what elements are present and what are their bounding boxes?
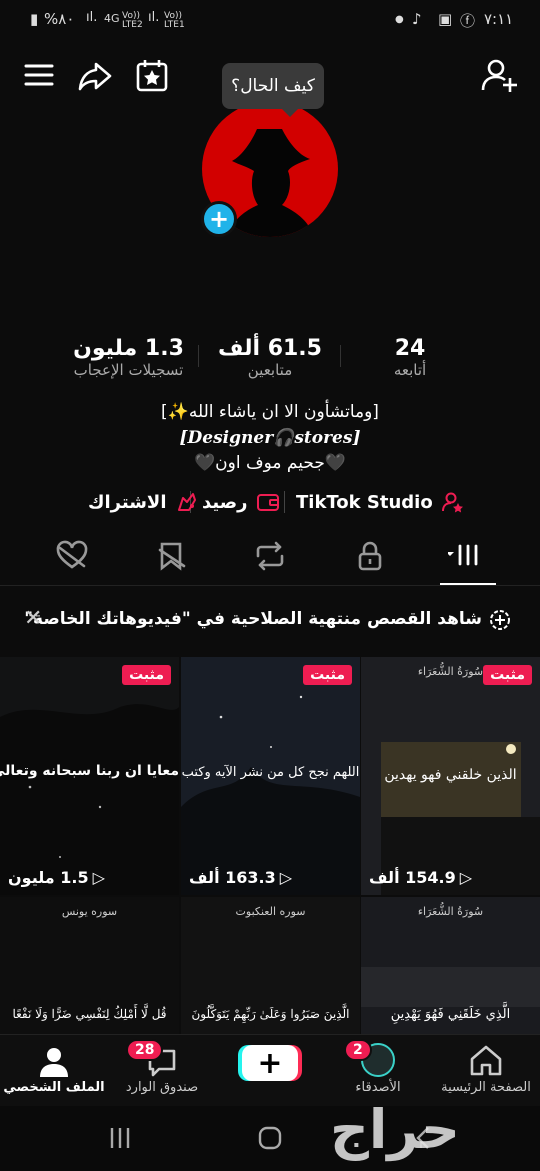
repost-icon (256, 541, 284, 571)
video-thumbnail[interactable]: مثبت معايا ان ربنا سبحانه وتعالى باسط ▷1… (0, 657, 179, 895)
system-nav-bar: حراج (0, 1098, 540, 1171)
status-tooltip[interactable]: كيف الحال؟ (222, 63, 324, 117)
subscription-button[interactable]: الاشتراك (88, 488, 199, 516)
lte2-label: Vo)) LTE2 (122, 11, 143, 30)
tool-divider (284, 491, 285, 513)
clock: ٧:١١ (484, 10, 514, 28)
video-caption: قُل لَّا أَمْلِكُ لِنَفْسِي ضَرًّا وَلَا… (12, 1007, 167, 1021)
add-story-button[interactable]: + (201, 201, 237, 237)
banner-text: شاهد القصص منتهية الصلاحية في "فيديوهاتك… (24, 609, 482, 629)
bio-line-3: 🖤جحيم موف اون🖤 (194, 453, 346, 473)
battery-level: %٨٠ (44, 10, 75, 28)
pinned-badge: مثبت (303, 665, 352, 685)
nav-inbox[interactable]: 28 صندوق الوارد (108, 1039, 216, 1103)
tiktok-notif-icon: ♪ (412, 10, 422, 28)
likes-stat[interactable]: 1.3 مليون تسجيلات الإعجاب (56, 336, 201, 379)
nav-friends-label: الأصدقاء (355, 1080, 401, 1095)
video-caption: الذين خلقني فهو يهدين (384, 767, 517, 783)
heart-hidden-icon (56, 540, 88, 569)
nav-inbox-label: صندوق الوارد (125, 1080, 199, 1095)
likes-count: 1.3 مليون (73, 336, 184, 361)
add-story-icon (490, 610, 510, 630)
watermark-logo: حراج (330, 1098, 460, 1161)
studio-icon (441, 492, 463, 513)
wallet-icon (256, 494, 279, 511)
home-icon (470, 1045, 502, 1076)
friends-badge: 2 (344, 1039, 372, 1061)
video-caption: الَّذِي خَلَقَنِي فَهُوَ يَهْدِينِ (390, 1007, 511, 1022)
nav-home[interactable]: الصفحة الرئيسية (432, 1039, 540, 1103)
tiktok-studio-button[interactable]: TikTok Studio (296, 488, 465, 516)
likes-label: تسجيلات الإعجاب (73, 361, 184, 379)
nav-home-label: الصفحة الرئيسية (441, 1080, 531, 1095)
calendar-star-icon[interactable] (132, 56, 172, 96)
tab-reposts[interactable] (250, 536, 290, 576)
balance-label: رصيد (202, 491, 248, 513)
lock-icon (358, 541, 382, 571)
lte1-label: Vo)) LTE1 (164, 11, 185, 30)
sura-label: سوره يونس (61, 905, 118, 918)
following-count: 24 (394, 336, 426, 361)
expired-stories-banner[interactable]: شاهد القصص منتهية الصلاحية في "فيديوهاتك… (0, 594, 540, 646)
play-icon: ▷ (92, 868, 105, 887)
followers-count: 61.5 ألف (218, 336, 322, 361)
nav-create[interactable]: + (216, 1039, 324, 1103)
battery-icon: ▮ (30, 10, 39, 28)
inbox-badge: 28 (126, 1039, 164, 1061)
sura-label: سُورَةُ الشُّعَرَاء (417, 905, 484, 918)
menu-icon[interactable] (20, 56, 60, 96)
profile-icon (40, 1048, 68, 1077)
add-friend-icon[interactable] (480, 56, 520, 96)
view-count: ▷ 163.3 ألف (189, 868, 293, 887)
network-label: 4G (104, 12, 120, 25)
subscription-icon (177, 493, 196, 511)
following-label: أتابعه (393, 361, 427, 379)
following-stat[interactable]: 24 أتابعه (360, 336, 460, 379)
video-caption: اللهم نجح كل من نشر الآيه وكتب (181, 765, 360, 780)
video-thumbnail[interactable]: مثبت اللهم نجح كل من نشر الآيه وكتب ▷ 163… (181, 657, 360, 895)
nav-profile-label: الملف الشخصي (3, 1080, 105, 1095)
followers-label: متابعين (247, 361, 293, 379)
recents-icon[interactable] (106, 1126, 134, 1150)
bio-line-2: [Designer🎧stores] (179, 428, 361, 448)
stat-divider (340, 345, 341, 367)
nav-friends[interactable]: 2 الأصدقاء (324, 1039, 432, 1103)
grid-icon (446, 544, 478, 566)
view-count: ▷ 1.5 مليون (8, 868, 105, 887)
facebook-notif-icon: ⓕ (460, 12, 476, 30)
home-button-icon[interactable] (256, 1124, 284, 1152)
signal-icon: ıl. (86, 10, 98, 25)
tab-liked[interactable] (52, 536, 92, 576)
pinned-badge: مثبت (122, 665, 171, 685)
bottom-nav: الصفحة الرئيسية 2 الأصدقاء + 28 صندوق ال… (0, 1034, 540, 1106)
create-plus-icon: + (242, 1045, 298, 1081)
nav-profile[interactable]: الملف الشخصي (0, 1039, 108, 1103)
dot-icon: ● (395, 14, 404, 25)
tab-videos[interactable] (446, 536, 488, 576)
tabs-divider (0, 585, 540, 586)
play-icon: ▷ (279, 868, 293, 887)
share-icon[interactable] (76, 56, 116, 96)
balance-button[interactable]: رصيد (202, 488, 280, 516)
video-caption: الَّذِينَ صَبَرُوا وَعَلَىٰ رَبِّهِمْ يَ… (191, 1007, 350, 1021)
play-icon: ▷ (459, 868, 473, 887)
sura-label: سوره العنكبوت (235, 905, 306, 918)
pinned-badge: مثبت (483, 665, 532, 685)
studio-label: TikTok Studio (296, 491, 433, 513)
subscription-label: الاشتراك (88, 491, 167, 513)
followers-stat[interactable]: 61.5 ألف متابعين (200, 336, 340, 379)
video-caption: معايا ان ربنا سبحانه وتعالى باسط (0, 763, 179, 779)
signal-icon-2: ıl. (148, 10, 160, 25)
status-bar: ▮ %٨٠ ıl. 4G Vo)) LTE2 ıl. Vo)) LTE1 ● ♪… (0, 0, 540, 42)
tab-private[interactable] (350, 536, 390, 576)
tab-saved[interactable] (152, 536, 192, 576)
close-icon[interactable]: ✕ (24, 606, 42, 631)
gallery-notif-icon: ▣ (438, 10, 453, 28)
bookmark-hidden-icon (158, 542, 186, 571)
view-count: ▷ 154.9 ألف (369, 868, 473, 887)
bio-line-1: [وماتشأون الا ان ياشاء الله✨] (161, 402, 379, 422)
video-thumbnail[interactable]: سُورَةُ الشُّعَرَاء مثبت الذين خلقني فهو… (361, 657, 540, 895)
